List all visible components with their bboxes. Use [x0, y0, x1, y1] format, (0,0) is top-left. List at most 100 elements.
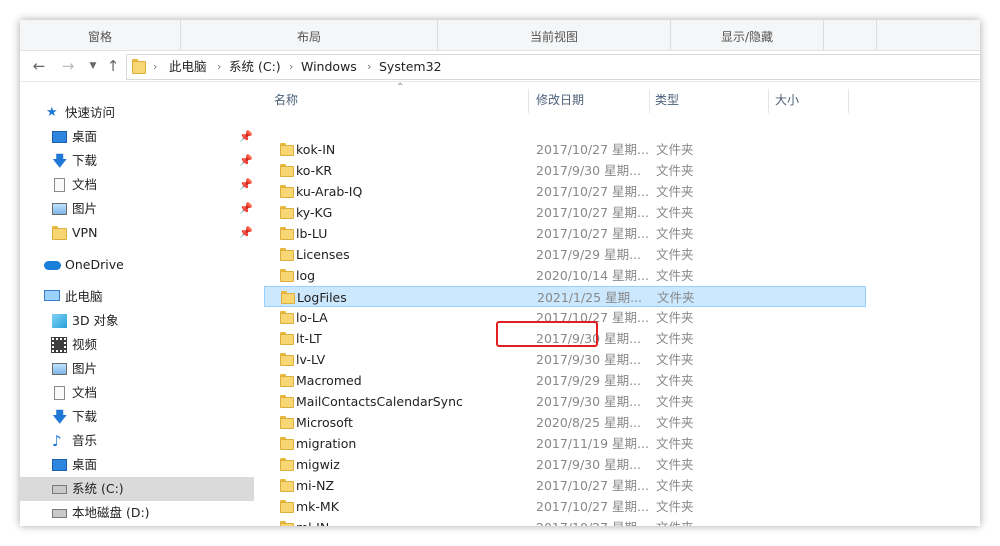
column-divider[interactable] — [649, 89, 650, 113]
sidebar-item-local-disk-d[interactable]: 本地磁盘 (D:) — [20, 501, 254, 525]
ribbon-group-current-view[interactable]: 当前视图 — [438, 20, 671, 50]
arrow-left-icon[interactable]: ← — [30, 57, 48, 75]
column-divider[interactable] — [848, 89, 849, 113]
sidebar-item-3d-objects[interactable]: 3D 对象 — [20, 309, 254, 333]
ribbon-group-options[interactable] — [824, 20, 877, 50]
arrow-right-icon[interactable]: → — [59, 57, 77, 75]
folder-icon — [280, 185, 294, 198]
file-row[interactable]: ku-Arab-IQ 2017/10/27 星期... 文件夹 — [264, 181, 866, 202]
folder-icon — [280, 458, 294, 471]
file-name: MailContactsCalendarSync — [296, 394, 463, 409]
breadcrumb-separator[interactable]: › — [153, 55, 157, 79]
file-type: 文件夹 — [656, 331, 694, 346]
file-date: 2020/10/14 星期... — [536, 268, 649, 283]
sidebar-item-documents-pc[interactable]: 文档 — [20, 381, 254, 405]
sidebar-item-label: 桌面 — [72, 457, 98, 472]
file-row[interactable]: migwiz 2017/9/30 星期... 文件夹 — [264, 454, 866, 475]
cloud-icon — [44, 261, 61, 270]
file-row[interactable]: Macromed 2017/9/29 星期... 文件夹 — [264, 370, 866, 391]
sidebar-item-vpn[interactable]: VPN 📌 — [20, 221, 254, 245]
column-header-type[interactable]: 类型 — [655, 88, 679, 112]
sidebar-item-desktop[interactable]: 桌面 📌 — [20, 125, 254, 149]
file-name: ku-Arab-IQ — [296, 184, 363, 199]
breadcrumb-this-pc[interactable]: 此电脑 — [169, 55, 207, 79]
file-row[interactable]: mi-NZ 2017/10/27 星期... 文件夹 — [264, 475, 866, 496]
breadcrumb-separator[interactable]: › — [289, 55, 293, 79]
column-divider[interactable] — [768, 89, 769, 113]
file-row[interactable]: Licenses 2017/9/29 星期... 文件夹 — [264, 244, 866, 265]
file-row[interactable]: ko-KR 2017/9/30 星期... 文件夹 — [264, 160, 866, 181]
ribbon-group-layout[interactable]: 布局 — [181, 20, 438, 50]
column-divider[interactable] — [528, 89, 529, 113]
file-row[interactable]: Microsoft 2020/8/25 星期... 文件夹 — [264, 412, 866, 433]
file-name: Macromed — [296, 373, 362, 388]
sidebar-item-label: 3D 对象 — [72, 313, 119, 328]
ribbon-group-show-hide[interactable]: 显示/隐藏 — [671, 20, 824, 50]
file-row[interactable]: ml-IN 2017/10/27 星期... 文件夹 — [264, 517, 866, 526]
file-name: Licenses — [296, 247, 350, 262]
file-row[interactable]: kok-IN 2017/10/27 星期... 文件夹 — [264, 139, 866, 160]
file-type: 文件夹 — [656, 184, 694, 199]
pin-icon[interactable]: 📌 — [239, 226, 253, 239]
sidebar-item-label: 文档 — [72, 177, 98, 192]
folder-icon — [280, 374, 294, 387]
pin-icon[interactable]: 📌 — [239, 202, 253, 215]
ribbon-group-pane[interactable]: 窗格 — [20, 20, 181, 50]
file-row[interactable]: ky-KG 2017/10/27 星期... 文件夹 — [264, 202, 866, 223]
column-header-name[interactable]: 名称 — [274, 88, 298, 112]
file-type: 文件夹 — [656, 268, 694, 283]
chevron-down-icon[interactable]: ▼ — [84, 57, 102, 75]
folder-icon — [52, 226, 67, 240]
file-row[interactable]: lv-LV 2017/9/30 星期... 文件夹 — [264, 349, 866, 370]
sidebar-item-label: 此电脑 — [65, 289, 103, 304]
sidebar-item-downloads-pc[interactable]: 🡇 下载 — [20, 405, 254, 429]
file-row[interactable]: lb-LU 2017/10/27 星期... 文件夹 — [264, 223, 866, 244]
sidebar-item-label: VPN — [72, 225, 98, 240]
column-header-date[interactable]: 修改日期 — [536, 88, 584, 112]
sidebar-item-music[interactable]: ♪ 音乐 — [20, 429, 254, 453]
file-date: 2017/10/27 星期... — [536, 142, 649, 157]
file-name: migration — [296, 436, 357, 451]
sidebar-item-quick-access[interactable]: ★ 快速访问 — [20, 101, 254, 125]
drive-icon — [52, 485, 67, 494]
breadcrumb-windows[interactable]: Windows — [301, 55, 357, 79]
breadcrumb-system-c[interactable]: 系统 (C:) — [229, 55, 281, 79]
sidebar-item-desktop-pc[interactable]: 桌面 — [20, 453, 254, 477]
sidebar-item-downloads[interactable]: 🡇 下载 📌 — [20, 149, 254, 173]
breadcrumb-separator[interactable]: › — [217, 55, 221, 79]
sidebar-item-label: 音乐 — [72, 433, 98, 448]
file-row[interactable]: mk-MK 2017/10/27 星期... 文件夹 — [264, 496, 866, 517]
folder-icon — [280, 479, 294, 492]
column-header-size[interactable]: 大小 — [775, 88, 799, 112]
sidebar-item-pictures[interactable]: 图片 📌 — [20, 197, 254, 221]
sidebar-item-system-c[interactable]: 系统 (C:) — [20, 477, 254, 501]
sidebar-item-onedrive[interactable]: OneDrive — [20, 253, 254, 277]
breadcrumb-system32[interactable]: System32 — [379, 55, 442, 79]
file-date: 2017/10/27 星期... — [536, 499, 649, 514]
file-row[interactable]: migration 2017/11/19 星期... 文件夹 — [264, 433, 866, 454]
sidebar-item-pictures-pc[interactable]: 图片 — [20, 357, 254, 381]
breadcrumb-separator[interactable]: › — [367, 55, 371, 79]
file-type: 文件夹 — [656, 352, 694, 367]
file-date: 2017/9/29 星期... — [536, 373, 641, 388]
computer-icon — [44, 290, 60, 301]
pin-icon[interactable]: 📌 — [239, 130, 253, 143]
file-row[interactable]: MailContactsCalendarSync 2017/9/30 星期... 文… — [264, 391, 866, 412]
pin-icon[interactable]: 📌 — [239, 154, 253, 167]
folder-icon — [280, 248, 294, 261]
file-date: 2020/8/25 星期... — [536, 415, 641, 430]
file-row[interactable]: LogFiles 2021/1/25 星期... 文件夹 — [264, 286, 866, 307]
file-name: kok-IN — [296, 142, 336, 157]
sidebar-item-documents[interactable]: 文档 📌 — [20, 173, 254, 197]
ribbon: 窗格 布局 当前视图 显示/隐藏 — [20, 20, 980, 51]
sidebar-item-this-pc[interactable]: 此电脑 — [20, 285, 254, 309]
arrow-up-icon[interactable]: ↑ — [104, 57, 122, 75]
sidebar-item-videos[interactable]: 视频 — [20, 333, 254, 357]
folder-icon — [280, 437, 294, 450]
pin-icon[interactable]: 📌 — [239, 178, 253, 191]
file-type: 文件夹 — [656, 226, 694, 241]
file-name: lt-LT — [296, 331, 322, 346]
file-row[interactable]: log 2020/10/14 星期... 文件夹 — [264, 265, 866, 286]
folder-icon — [280, 311, 294, 324]
address-bar[interactable]: › 此电脑 › 系统 (C:) › Windows › System32 — [126, 54, 980, 80]
